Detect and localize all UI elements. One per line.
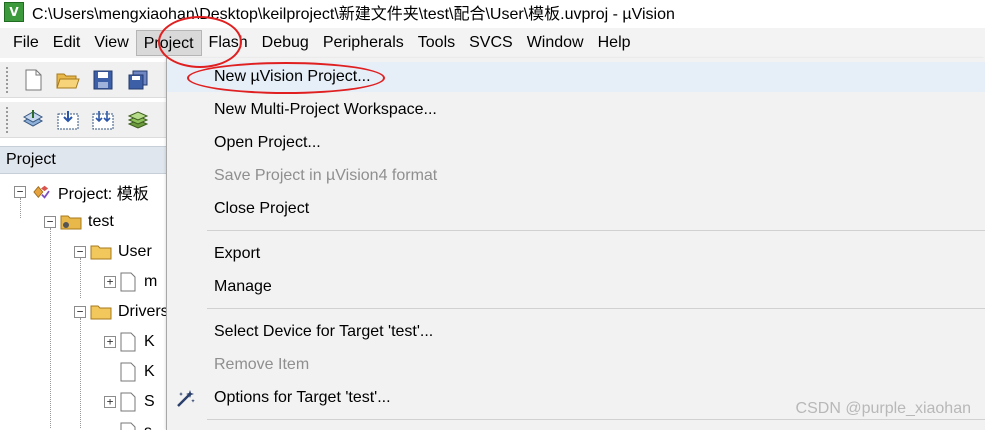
menu-help[interactable]: Help: [591, 30, 638, 56]
collapse-toggle[interactable]: −: [74, 246, 86, 258]
menu-item-label: Options for Target 'test'...: [214, 389, 391, 406]
tree-guide-line: [50, 228, 51, 428]
tree-guide-line: [80, 318, 81, 428]
menu-view[interactable]: View: [87, 30, 135, 56]
open-folder-icon: [56, 73, 80, 88]
tree-node-file[interactable]: s: [120, 417, 152, 430]
tree-node-group-user[interactable]: − User: [74, 237, 152, 267]
file-toolbar: [0, 62, 166, 98]
folder-icon: [90, 245, 112, 260]
uvision-logo-icon: V: [4, 2, 24, 22]
folder-icon: [90, 305, 112, 320]
new-file-button[interactable]: [18, 66, 48, 94]
expand-toggle[interactable]: +: [104, 396, 116, 408]
file-icon: [120, 422, 136, 430]
menu-separator: [207, 419, 985, 420]
menu-peripherals[interactable]: Peripherals: [316, 30, 411, 56]
project-panel-header: Project: [0, 146, 166, 174]
batch-build-button[interactable]: [123, 106, 153, 134]
menu-item-close-project[interactable]: Close Project: [167, 194, 985, 224]
tree-node-label: K: [144, 363, 155, 380]
expand-toggle[interactable]: +: [104, 336, 116, 348]
title-bar: V C:\Users\mengxiaohan\Desktop\keilproje…: [0, 0, 985, 24]
menu-item-export[interactable]: Export: [167, 239, 985, 269]
collapse-toggle[interactable]: −: [44, 216, 56, 228]
project-tree: − Project: 模板 − test − User + m − Driver…: [0, 176, 166, 430]
tree-node-label: Drivers: [118, 303, 166, 320]
menu-bar: File Edit View Project Flash Debug Perip…: [0, 28, 985, 58]
menu-edit[interactable]: Edit: [46, 30, 88, 56]
build-button[interactable]: [53, 106, 83, 134]
tree-node-label: Project: 模板: [58, 186, 149, 203]
collapse-toggle[interactable]: −: [14, 186, 26, 198]
tree-node-project[interactable]: − Project: 模板: [14, 177, 149, 207]
stack-icon: [127, 110, 149, 129]
file-icon: [120, 392, 136, 412]
translate-icon: [22, 109, 44, 127]
open-file-button[interactable]: [53, 66, 83, 94]
build-icon: [57, 110, 79, 129]
menu-debug[interactable]: Debug: [255, 30, 316, 56]
file-icon: [120, 272, 136, 292]
tree-node-label: s: [144, 423, 152, 430]
tree-node-label: test: [88, 213, 114, 230]
build-toolbar: [0, 102, 166, 138]
menu-project[interactable]: Project: [135, 30, 202, 56]
menu-item-remove-item: Remove Item: [214, 356, 310, 373]
save-all-button[interactable]: [123, 66, 153, 94]
tree-node-label: K: [144, 333, 155, 350]
menu-window[interactable]: Window: [520, 30, 591, 56]
tree-node-file[interactable]: K: [120, 357, 155, 387]
project-target-icon: [33, 185, 50, 199]
project-menu-dropdown: New µVision Project... New Multi-Project…: [166, 58, 985, 430]
menu-item-save-project-uvision4: Save Project in µVision4 format: [214, 167, 438, 184]
tree-node-label: User: [118, 243, 152, 260]
expand-toggle[interactable]: +: [104, 276, 116, 288]
watermark: CSDN @purple_xiaohan: [795, 400, 971, 417]
new-file-icon: [25, 69, 42, 90]
menu-tools[interactable]: Tools: [411, 30, 462, 56]
menu-item-open-project[interactable]: Open Project...: [167, 128, 985, 158]
menu-item-manage[interactable]: Manage: [167, 272, 985, 302]
tree-node-file[interactable]: + m: [104, 267, 157, 297]
save-icon: [93, 70, 113, 89]
tree-node-group-drivers[interactable]: − Drivers: [74, 297, 166, 327]
toolbar-grip[interactable]: [6, 66, 10, 93]
tree-node-label: S: [144, 393, 155, 410]
save-button[interactable]: [88, 66, 118, 94]
collapse-toggle[interactable]: −: [74, 306, 86, 318]
tree-node-label: m: [144, 273, 158, 290]
rebuild-icon: [92, 110, 114, 129]
menu-flash[interactable]: Flash: [202, 30, 255, 56]
menu-item-select-device[interactable]: Select Device for Target 'test'...: [167, 317, 985, 347]
translate-button[interactable]: [18, 106, 48, 134]
tree-node-file[interactable]: + S: [104, 387, 155, 417]
tree-node-target[interactable]: − test: [44, 207, 114, 237]
target-folder-icon: [60, 215, 82, 230]
file-icon: [120, 332, 136, 352]
menu-separator: [207, 230, 985, 231]
tree-node-file[interactable]: + K: [104, 327, 155, 357]
menu-item-new-uvision-project[interactable]: New µVision Project...: [167, 62, 985, 92]
menu-svcs[interactable]: SVCS: [462, 30, 520, 56]
magic-wand-icon: [177, 390, 195, 407]
toolbar-grip[interactable]: [6, 106, 10, 133]
window-title: C:\Users\mengxiaohan\Desktop\keilproject…: [32, 6, 675, 23]
menu-separator: [207, 308, 985, 309]
menu-file[interactable]: File: [6, 30, 46, 56]
menu-item-new-multi-project-workspace[interactable]: New Multi-Project Workspace...: [167, 95, 985, 125]
file-icon: [120, 362, 136, 382]
rebuild-button[interactable]: [88, 106, 118, 134]
save-all-icon: [128, 70, 148, 89]
